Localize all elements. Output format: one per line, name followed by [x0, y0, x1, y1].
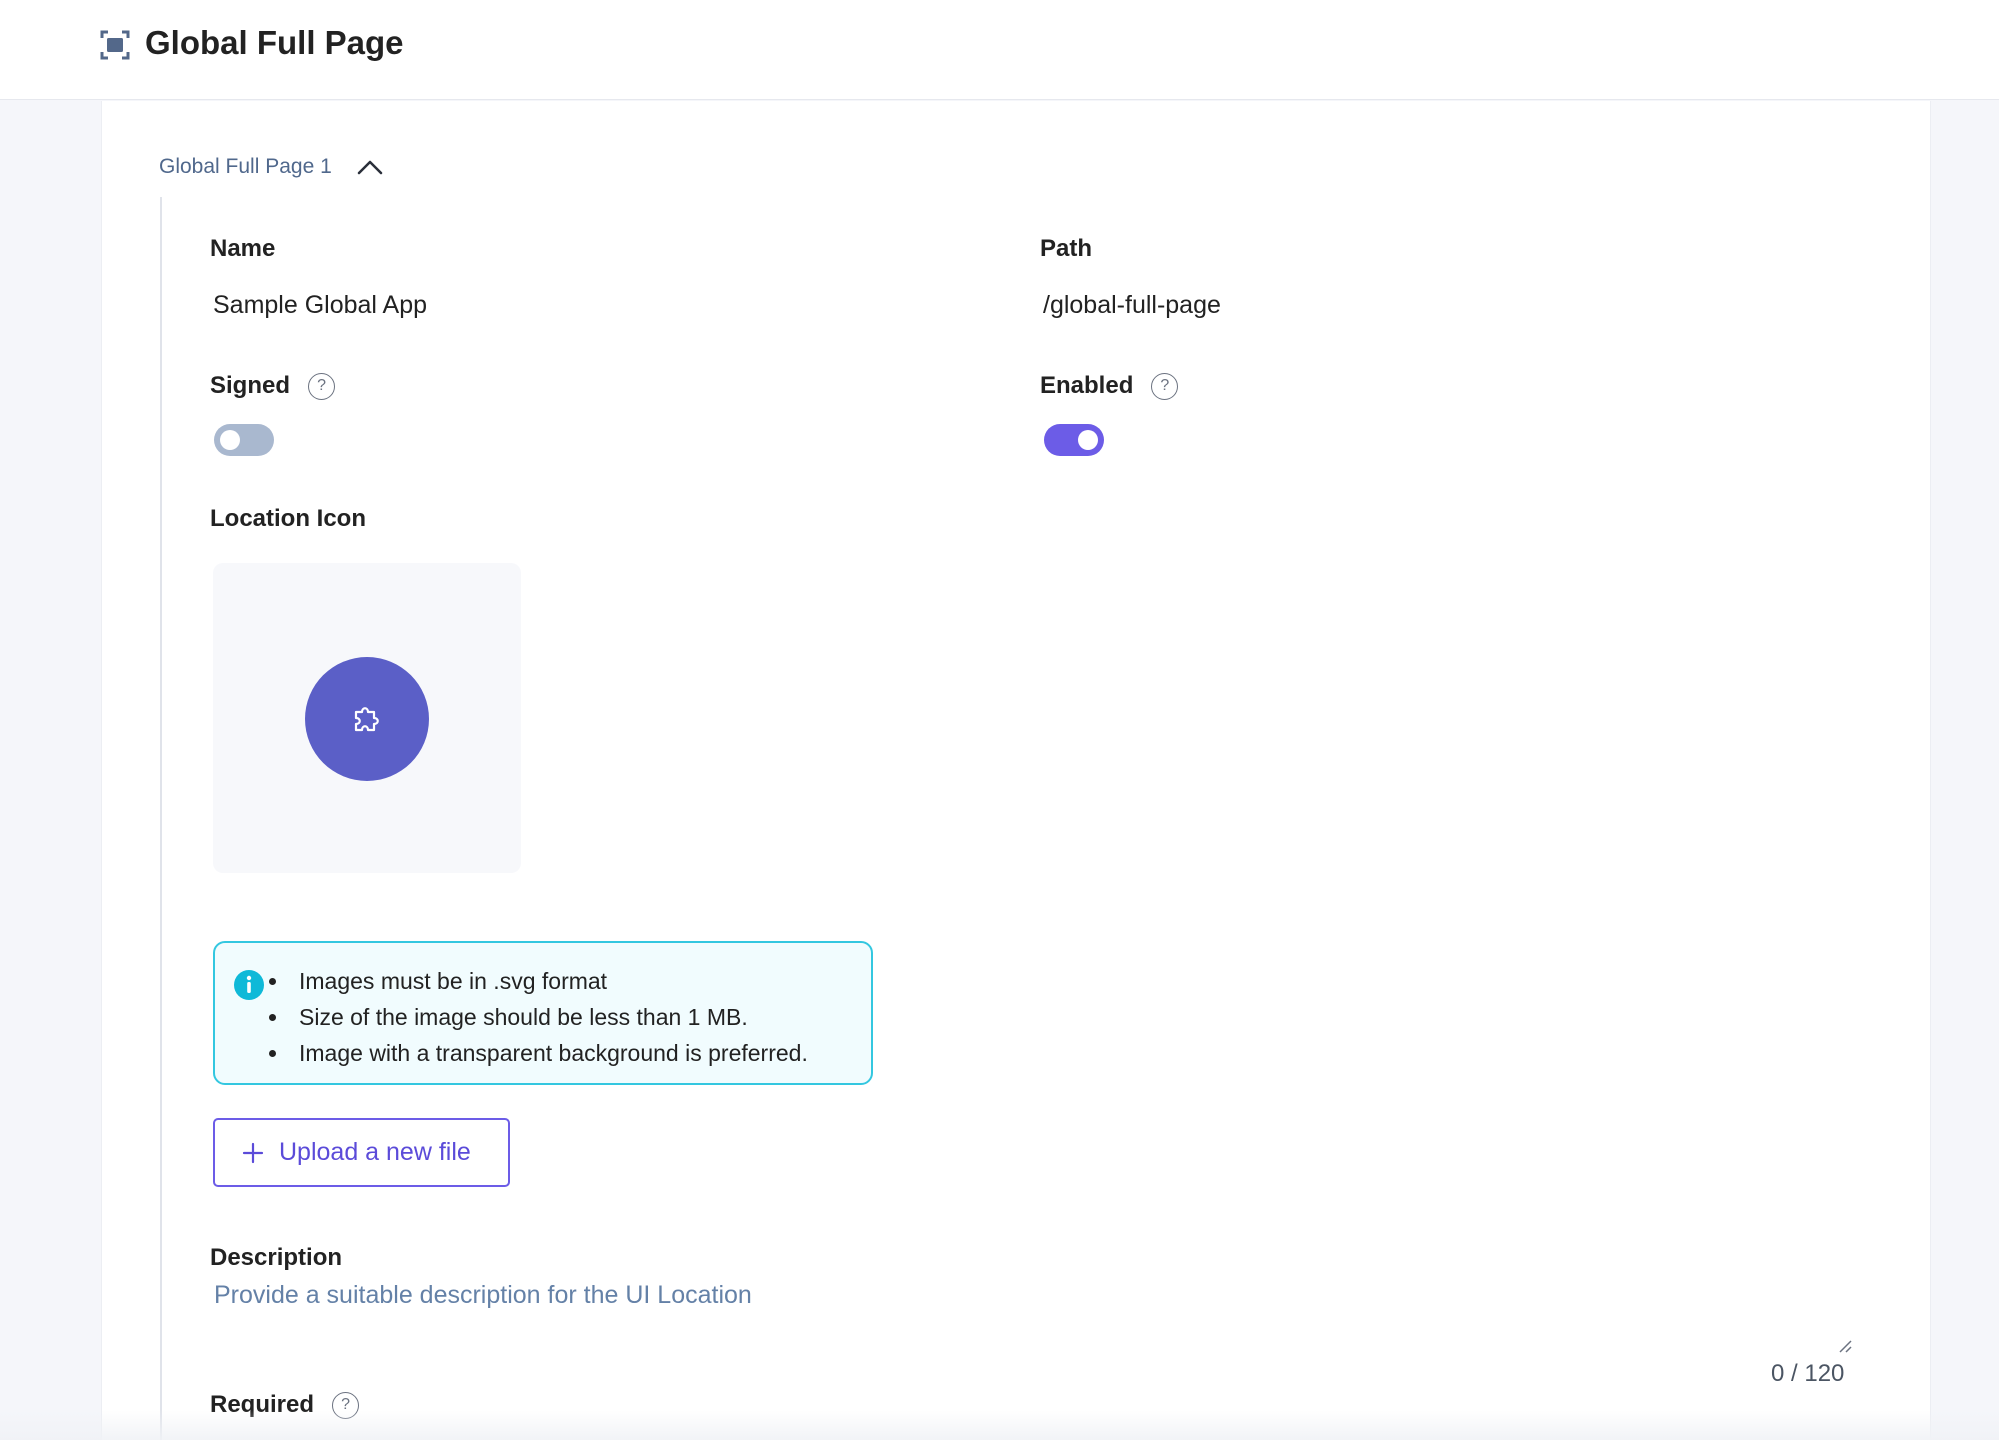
- description-label-text: Description: [210, 1244, 343, 1271]
- chevron-up-icon[interactable]: [356, 157, 384, 177]
- signed-label: Signed ?: [210, 370, 336, 402]
- accordion-guide-line: [160, 197, 162, 1440]
- accordion-title: Global Full Page 1: [159, 155, 332, 178]
- upload-file-button[interactable]: Upload a new file: [213, 1118, 510, 1187]
- upload-file-label: Upload a new file: [279, 1138, 471, 1166]
- location-icon-label-text: Location Icon: [210, 505, 366, 532]
- name-label-text: Name: [210, 235, 276, 262]
- top-bar: Global Full Page: [0, 0, 1999, 100]
- requirements-list: Images must be in .svg format Size of th…: [269, 963, 808, 1071]
- signed-toggle[interactable]: [214, 424, 274, 456]
- path-label-text: Path: [1040, 235, 1093, 262]
- resize-handle-icon[interactable]: [1838, 1339, 1852, 1353]
- name-label: Name: [210, 235, 275, 263]
- requirement-item: Size of the image should be less than 1 …: [269, 999, 808, 1035]
- description-textarea[interactable]: Provide a suitable description for the U…: [212, 1281, 1852, 1353]
- enabled-label: Enabled ?: [1040, 370, 1179, 402]
- toggle-knob: [220, 430, 240, 450]
- path-label: Path: [1040, 235, 1092, 263]
- plus-icon: [242, 1142, 264, 1163]
- path-field[interactable]: /global-full-page: [1043, 291, 1221, 320]
- signed-help-icon[interactable]: ?: [308, 372, 336, 400]
- name-field[interactable]: Sample Global App: [213, 291, 427, 320]
- image-requirements-info: Images must be in .svg format Size of th…: [213, 941, 873, 1085]
- puzzle-icon: [354, 707, 379, 732]
- page-title: Global Full Page: [145, 24, 404, 61]
- requirement-item: Images must be in .svg format: [269, 963, 808, 999]
- toggle-knob: [1078, 430, 1098, 450]
- location-icon-label: Location Icon: [210, 505, 366, 533]
- accordion-header[interactable]: Global Full Page 1: [159, 147, 384, 187]
- requirement-item: Image with a transparent background is p…: [269, 1035, 808, 1071]
- location-icon-preview: [213, 563, 521, 873]
- enabled-label-text: Enabled: [1040, 372, 1134, 399]
- description-label: Description: [210, 1244, 342, 1272]
- info-icon: [234, 970, 264, 1000]
- signed-label-text: Signed: [210, 372, 291, 399]
- description-placeholder: Provide a suitable description for the U…: [214, 1281, 752, 1309]
- content-panel: Global Full Page 1 Name Sample Global Ap…: [101, 101, 1931, 1440]
- enabled-help-icon[interactable]: ?: [1151, 372, 1179, 400]
- enabled-toggle[interactable]: [1044, 424, 1104, 456]
- description-char-count: 0 / 120: [1771, 1360, 1845, 1387]
- bottom-fade: [0, 1410, 1999, 1440]
- icon-badge: [305, 657, 429, 781]
- full-page-icon: [100, 30, 130, 60]
